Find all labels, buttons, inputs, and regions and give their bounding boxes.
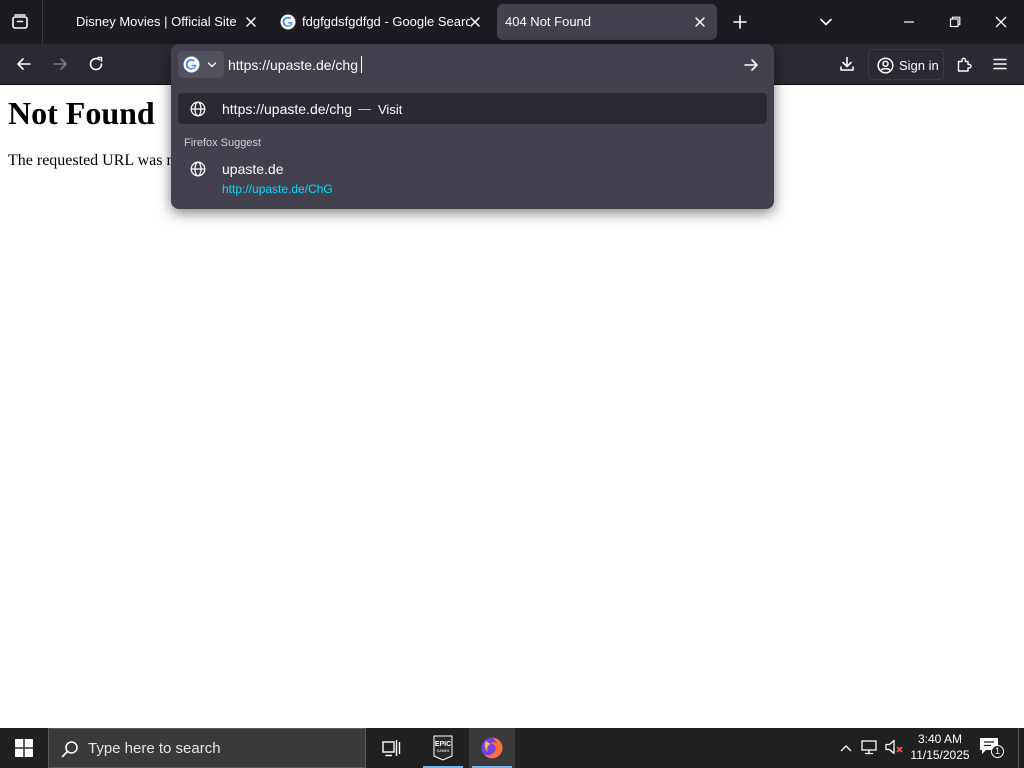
new-tab-button[interactable] xyxy=(727,8,753,36)
result-title: https://upaste.de/chg xyxy=(222,101,352,117)
svg-text:GAMES: GAMES xyxy=(437,749,450,753)
windows-logo-icon xyxy=(15,739,33,757)
search-icon xyxy=(61,741,78,758)
firefox-view-button[interactable] xyxy=(6,8,34,36)
network-button[interactable] xyxy=(860,738,882,758)
suggestion-url: http://upaste.de/ChG xyxy=(222,182,333,196)
back-button[interactable] xyxy=(9,49,39,79)
close-icon xyxy=(995,16,1007,28)
sign-in-button[interactable]: Sign in xyxy=(868,49,944,80)
task-view-icon xyxy=(382,740,401,757)
firefox-taskbar-button[interactable] xyxy=(469,728,515,768)
tab-label: 404 Not Found xyxy=(505,14,592,29)
task-view-button[interactable] xyxy=(369,728,415,768)
restore-button[interactable] xyxy=(932,0,978,44)
clock-date: 11/15/2025 xyxy=(910,748,970,762)
epic-games-taskbar-button[interactable]: EPIC GAMES xyxy=(420,728,466,768)
page-message: The requested URL was n xyxy=(8,152,175,169)
go-button[interactable] xyxy=(738,53,764,77)
taskbar-search-box[interactable]: Type here to search xyxy=(48,728,366,768)
list-all-tabs-button[interactable] xyxy=(812,8,840,36)
tab-disney[interactable]: Disney Movies | Official Site xyxy=(50,4,268,40)
account-icon xyxy=(877,57,894,74)
download-icon xyxy=(840,56,854,71)
globe-icon xyxy=(190,161,206,177)
close-window-button[interactable] xyxy=(978,0,1024,44)
firefox-view-icon xyxy=(12,14,28,29)
downloads-button[interactable] xyxy=(832,49,862,79)
clock-time: 3:40 AM xyxy=(917,732,963,746)
notifications-button[interactable]: 1 xyxy=(978,736,1008,762)
tab-google-search[interactable]: fdgfgdsfgdfgd - Google Search xyxy=(272,4,492,40)
tab-label: fdgfgdsfgdfgd - Google Search xyxy=(302,14,470,29)
start-button[interactable] xyxy=(0,728,48,768)
tab-label: Disney Movies | Official Site xyxy=(76,14,237,29)
suggestion-title: upaste.de xyxy=(222,161,284,177)
chevron-down-icon xyxy=(207,62,217,68)
epic-games-icon: EPIC GAMES xyxy=(433,735,453,761)
search-placeholder: Type here to search xyxy=(88,740,221,757)
volume-muted-icon xyxy=(885,739,903,755)
tab-separator xyxy=(42,0,43,44)
show-hidden-icons-button[interactable] xyxy=(836,738,856,758)
result-action: Visit xyxy=(378,102,403,117)
extensions-button[interactable] xyxy=(949,49,979,79)
close-icon[interactable] xyxy=(693,15,707,29)
url-input[interactable] xyxy=(228,53,728,77)
plus-icon xyxy=(733,15,747,29)
show-desktop-button[interactable] xyxy=(1018,728,1024,768)
url-result-visit[interactable]: https://upaste.de/chg — Visit xyxy=(178,93,767,124)
hamburger-menu-icon xyxy=(993,58,1007,70)
arrow-left-icon xyxy=(17,58,31,70)
close-icon[interactable] xyxy=(244,15,258,29)
reload-icon xyxy=(89,56,103,71)
network-icon xyxy=(861,740,877,755)
page-title: Not Found xyxy=(8,95,155,131)
suggestion-item[interactable]: upaste.de http://upaste.de/ChG xyxy=(178,157,767,201)
volume-button[interactable] xyxy=(884,738,906,758)
globe-icon xyxy=(190,101,206,117)
svg-text:EPIC: EPIC xyxy=(435,741,451,748)
app-menu-button[interactable] xyxy=(985,49,1015,79)
text-caret xyxy=(361,56,362,73)
urlbar-popup: https://upaste.de/chg — Visit Firefox Su… xyxy=(171,44,774,209)
close-icon[interactable] xyxy=(468,15,482,29)
result-separator: — xyxy=(358,101,371,116)
restore-icon xyxy=(949,16,961,28)
arrow-right-icon xyxy=(744,59,758,71)
google-icon xyxy=(183,56,200,73)
chevron-down-icon xyxy=(820,18,832,26)
taskbar-clock[interactable]: 3:40 AM 11/15/2025 xyxy=(906,731,974,763)
tab-404-not-found[interactable]: 404 Not Found xyxy=(497,4,717,40)
disney-favicon xyxy=(58,14,74,30)
google-favicon xyxy=(280,14,296,30)
tab-bar: Disney Movies | Official Site fdgfgdsfgd… xyxy=(0,0,1024,44)
notification-count: 1 xyxy=(991,745,1004,758)
reload-button[interactable] xyxy=(81,49,111,79)
arrow-right-icon xyxy=(53,58,67,70)
firefox-suggest-header: Firefox Suggest xyxy=(184,137,262,149)
firefox-icon xyxy=(481,737,503,759)
puzzle-icon xyxy=(957,57,972,72)
search-engine-button[interactable] xyxy=(178,51,224,78)
windows-taskbar: Type here to search EPIC GAMES 3:40 AM 1… xyxy=(0,728,1024,768)
minimize-icon xyxy=(904,21,914,23)
minimize-button[interactable] xyxy=(886,0,932,44)
sign-in-label: Sign in xyxy=(899,58,939,73)
chevron-up-icon xyxy=(840,745,852,752)
forward-button[interactable] xyxy=(45,49,75,79)
